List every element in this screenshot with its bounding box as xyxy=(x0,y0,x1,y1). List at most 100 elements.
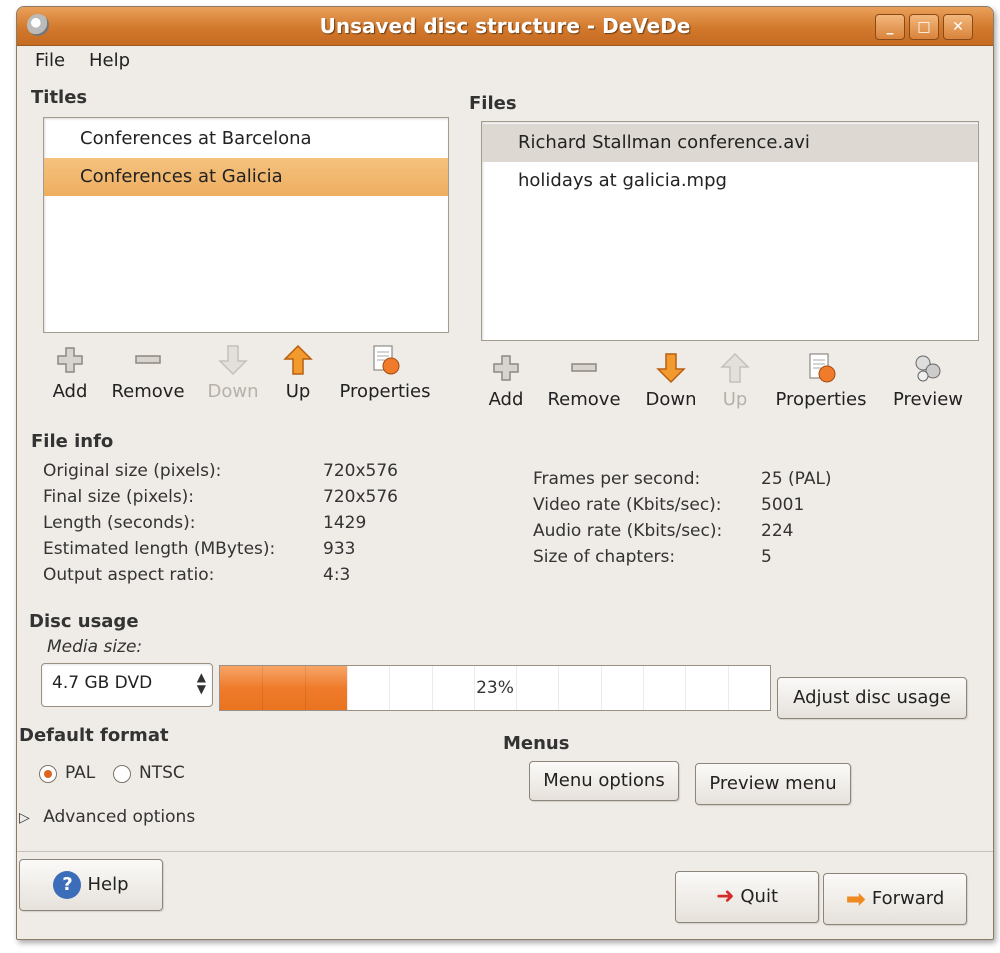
info-label: Audio rate (Kbits/sec): xyxy=(533,521,723,541)
arrow-up-icon xyxy=(720,352,750,383)
help-button[interactable]: ? Help xyxy=(19,859,163,911)
help-icon: ? xyxy=(53,871,82,899)
menu-file[interactable]: File xyxy=(35,50,65,71)
plus-icon xyxy=(493,355,519,381)
files-remove-button[interactable]: Remove xyxy=(543,351,625,410)
progress-segment xyxy=(600,666,602,710)
info-label: Original size (pixels): xyxy=(43,461,222,481)
media-size-value: 4.7 GB DVD xyxy=(52,673,153,693)
files-list[interactable]: Richard Stallman conference.avi holidays… xyxy=(481,121,979,341)
files-down-button[interactable]: Down xyxy=(641,351,701,410)
info-value: 224 xyxy=(761,521,794,541)
quit-label: Quit xyxy=(740,886,779,907)
disc-usage-progress: 23% xyxy=(219,665,771,711)
info-label: Output aspect ratio: xyxy=(43,565,215,585)
files-add-label: Add xyxy=(488,389,524,410)
file-info-heading: File info xyxy=(31,431,114,452)
titles-down-button[interactable]: Down xyxy=(205,343,261,402)
progress-segment xyxy=(389,666,391,710)
arrow-right-icon: ➡ xyxy=(845,885,866,913)
files-remove-label: Remove xyxy=(547,389,621,410)
files-add-button[interactable]: Add xyxy=(483,351,529,410)
progress-segment xyxy=(643,666,645,710)
info-value: 5 xyxy=(761,547,772,567)
info-value: 720x576 xyxy=(323,461,398,481)
progress-segment xyxy=(262,666,264,710)
titles-properties-label: Properties xyxy=(339,381,431,402)
titles-add-button[interactable]: Add xyxy=(47,343,93,402)
advanced-options-label: Advanced options xyxy=(43,807,196,827)
titles-down-label: Down xyxy=(207,381,259,402)
progress-segment xyxy=(727,666,729,710)
progress-segment xyxy=(304,666,306,710)
titles-add-label: Add xyxy=(52,381,88,402)
minimize-button[interactable]: _ xyxy=(875,14,905,40)
titles-list-item[interactable]: Conferences at Barcelona xyxy=(44,120,448,158)
triangle-right-icon: ▷ xyxy=(19,810,30,826)
quit-button[interactable]: ➜ Quit xyxy=(675,871,819,923)
progress-segment xyxy=(685,666,687,710)
progress-segment xyxy=(516,666,518,710)
maximize-icon: □ xyxy=(917,19,931,35)
files-up-button[interactable]: Up xyxy=(717,351,753,410)
minimize-icon: _ xyxy=(886,19,894,35)
properties-icon xyxy=(809,353,836,383)
titles-list[interactable]: Conferences at Barcelona Conferences at … xyxy=(43,117,449,333)
title-bar[interactable]: Unsaved disc structure - DeVeDe _ □ ✕ xyxy=(17,7,993,46)
pal-label[interactable]: PAL xyxy=(65,763,95,783)
progress-segment xyxy=(558,666,560,710)
info-label: Size of chapters: xyxy=(533,547,676,567)
ntsc-label[interactable]: NTSC xyxy=(139,763,185,783)
disc-usage-heading: Disc usage xyxy=(29,611,139,632)
files-preview-button[interactable]: Preview xyxy=(887,351,969,410)
titles-remove-label: Remove xyxy=(111,381,185,402)
media-size-label: Media size: xyxy=(47,637,143,657)
help-label: Help xyxy=(87,874,129,895)
files-list-item[interactable]: holidays at galicia.mpg xyxy=(482,162,978,200)
info-value: 720x576 xyxy=(323,487,398,507)
minus-icon xyxy=(135,355,161,364)
close-icon: ✕ xyxy=(952,19,964,35)
info-label: Length (seconds): xyxy=(43,513,196,533)
pal-radio[interactable] xyxy=(39,765,57,783)
maximize-button[interactable]: □ xyxy=(909,14,939,40)
titles-properties-button[interactable]: Properties xyxy=(333,343,437,402)
titles-up-button[interactable]: Up xyxy=(275,343,321,402)
close-button[interactable]: ✕ xyxy=(943,14,973,40)
info-value: 5001 xyxy=(761,495,805,515)
progress-segment xyxy=(346,666,348,710)
files-properties-button[interactable]: Properties xyxy=(769,351,873,410)
info-label: Video rate (Kbits/sec): xyxy=(533,495,722,515)
adjust-disc-usage-button[interactable]: Adjust disc usage xyxy=(777,677,967,719)
advanced-options-expander[interactable]: ▷ Advanced options xyxy=(19,807,195,827)
titles-heading: Titles xyxy=(31,87,88,108)
preview-menu-button[interactable]: Preview menu xyxy=(695,763,851,805)
info-value: 4:3 xyxy=(323,565,351,585)
progress-segment xyxy=(473,666,475,710)
info-label: Frames per second: xyxy=(533,469,701,489)
menu-options-button[interactable]: Menu options xyxy=(529,761,679,801)
info-label: Final size (pixels): xyxy=(43,487,195,507)
menu-help[interactable]: Help xyxy=(89,50,130,71)
arrow-up-icon xyxy=(283,344,313,375)
ntsc-radio[interactable] xyxy=(113,765,131,783)
media-size-select[interactable]: 4.7 GB DVD ▲ ▼ xyxy=(41,663,213,707)
disc-usage-percent: 23% xyxy=(476,678,514,698)
minus-icon xyxy=(571,363,597,372)
titles-remove-button[interactable]: Remove xyxy=(107,343,189,402)
progress-segment xyxy=(431,666,433,710)
files-list-item-selected[interactable]: Richard Stallman conference.avi xyxy=(482,124,978,162)
files-heading: Files xyxy=(469,93,517,114)
plus-icon xyxy=(57,347,83,373)
info-label: Estimated length (MBytes): xyxy=(43,539,276,559)
forward-button[interactable]: ➡ Forward xyxy=(823,873,967,925)
menus-heading: Menus xyxy=(503,733,570,754)
titles-list-item-selected[interactable]: Conferences at Galicia xyxy=(44,158,448,196)
properties-icon xyxy=(373,345,400,375)
main-window: Unsaved disc structure - DeVeDe _ □ ✕ Fi… xyxy=(16,6,994,940)
menu-bar: File Help xyxy=(17,45,993,75)
files-preview-label: Preview xyxy=(892,389,964,410)
preview-icon xyxy=(915,355,941,382)
titles-up-label: Up xyxy=(285,381,311,402)
forward-label: Forward xyxy=(871,888,945,909)
